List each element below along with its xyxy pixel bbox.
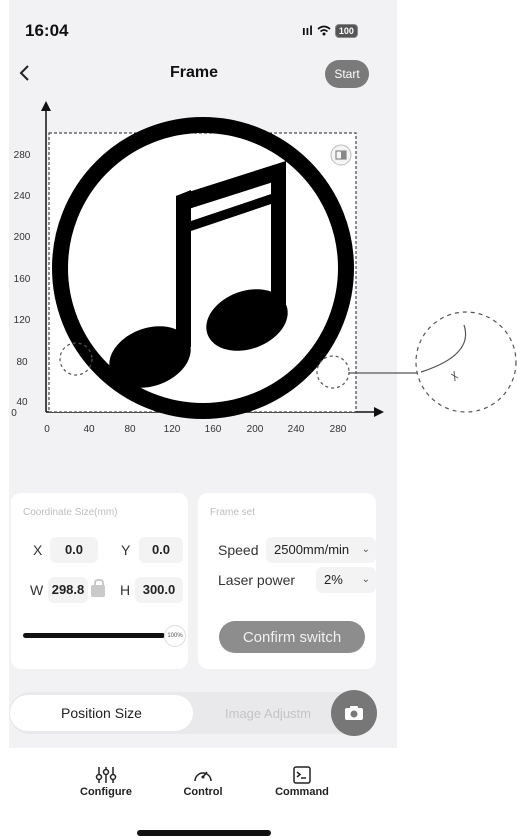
zoom-callout-icon <box>415 311 517 413</box>
camera-button[interactable] <box>331 690 377 736</box>
y-tick-label: 240 <box>14 191 31 202</box>
y-tick-label: 160 <box>14 274 31 285</box>
nav-command[interactable]: Command <box>262 766 342 798</box>
camera-icon <box>345 706 363 720</box>
chevron-down-icon: ⌄ <box>361 574 370 585</box>
y-tick-label: 40 <box>16 397 28 408</box>
gauge-icon <box>194 771 212 782</box>
laser-power-select[interactable]: 2% ⌄ <box>316 567 376 593</box>
nav-configure-label: Configure <box>80 786 132 798</box>
x-tick-label: 120 <box>164 424 181 435</box>
x-axis-arrow <box>374 407 384 417</box>
frame-set-title: Frame set <box>210 507 256 518</box>
x-tick-label: 280 <box>330 424 347 435</box>
laser-power-label: Laser power <box>218 572 296 588</box>
speed-select[interactable]: 2500mm/min ⌄ <box>266 537 376 563</box>
w-label: W <box>30 582 44 598</box>
width-input[interactable]: 298.8 <box>48 577 88 603</box>
laser-power-value: 2% <box>324 572 343 587</box>
y-tick-label: 0 <box>11 408 17 419</box>
tab-image-adjustment[interactable]: Image Adjustm <box>225 695 345 731</box>
y-axis-arrow <box>41 101 51 111</box>
x-tick-label: 40 <box>83 424 95 435</box>
y-label: Y <box>121 542 131 558</box>
x-tick-label: 160 <box>205 424 222 435</box>
tab-position-size[interactable]: Position Size <box>10 695 193 731</box>
x-tick-label: 240 <box>288 424 305 435</box>
speed-label: Speed <box>218 542 259 558</box>
frame-toggle-icon[interactable] <box>330 144 352 166</box>
nav-command-label: Command <box>275 786 329 798</box>
y-input[interactable]: 0.0 <box>139 537 183 563</box>
x-input[interactable]: 0.0 <box>50 537 98 563</box>
speed-value: 2500mm/min <box>274 542 350 557</box>
coordinate-size-title: Coordinate Size(mm) <box>23 507 118 518</box>
sliders-icon <box>95 767 117 783</box>
y-tick-label: 200 <box>14 232 31 243</box>
frame-preview-canvas[interactable]: 280 240 200 160 120 80 40 0 0 40 80 120 … <box>0 0 517 470</box>
chevron-down-icon: ⌄ <box>361 544 370 555</box>
home-indicator[interactable] <box>137 830 271 836</box>
x-label: X <box>33 542 43 558</box>
nav-control-label: Control <box>183 786 223 798</box>
nav-configure[interactable]: Configure <box>66 766 146 798</box>
y-tick-label: 120 <box>14 315 31 326</box>
confirm-switch-button[interactable]: Confirm switch <box>219 621 365 653</box>
terminal-icon <box>293 766 311 784</box>
x-tick-label: 200 <box>247 424 264 435</box>
x-tick-label: 0 <box>44 424 50 435</box>
lock-icon[interactable] <box>91 579 105 597</box>
h-label: H <box>120 582 131 598</box>
y-tick-label: 80 <box>16 357 28 368</box>
nav-control[interactable]: Control <box>163 766 243 798</box>
x-tick-label: 80 <box>124 424 136 435</box>
height-input[interactable]: 300.0 <box>135 577 183 603</box>
y-tick-label: 280 <box>14 150 31 161</box>
scale-slider-track[interactable] <box>23 633 165 638</box>
scale-slider-knob[interactable]: 100% <box>164 625 186 647</box>
